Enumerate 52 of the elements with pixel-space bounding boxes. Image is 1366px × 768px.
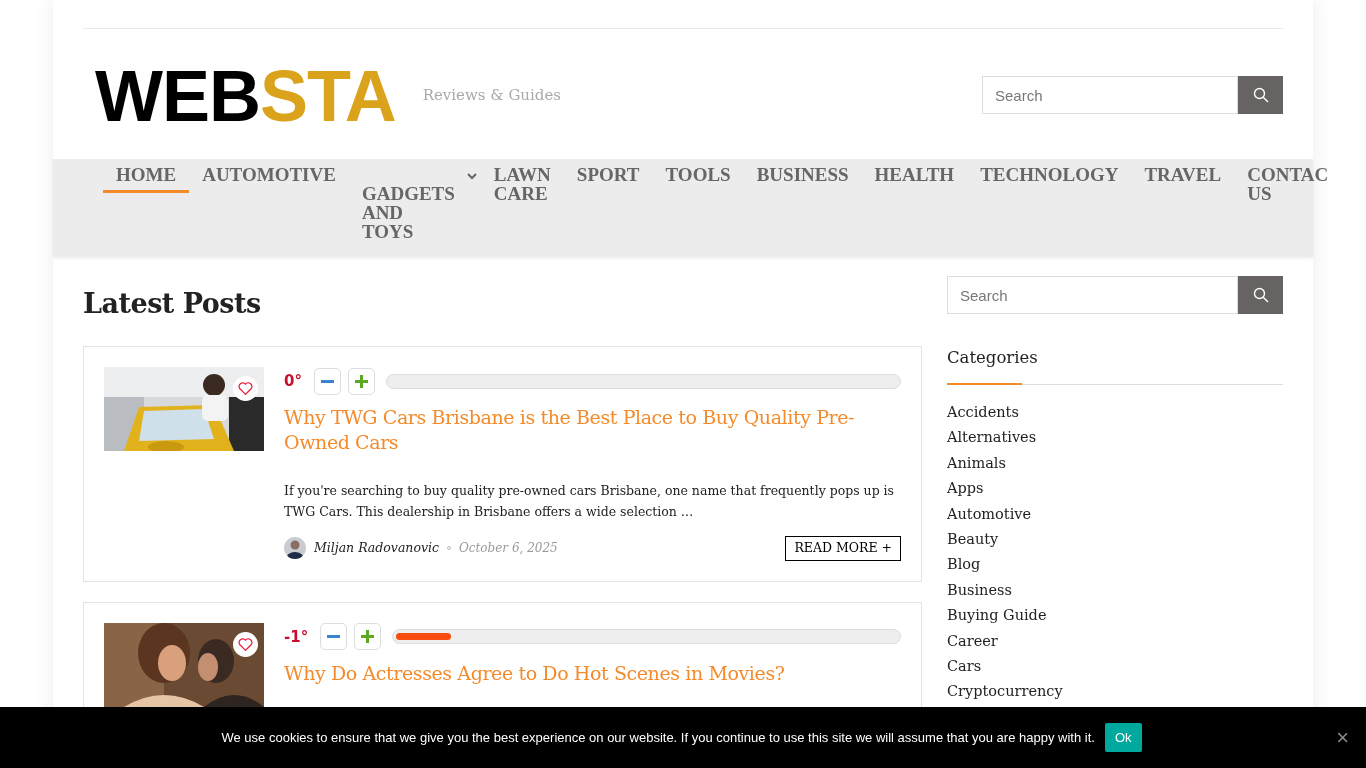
post-excerpt: If you're searching to buy quality pre-owned cars Brisbane, one name that frequently pops up is TWG Cars. This dealership in Brisbane offers a wide selection …	[284, 482, 896, 521]
plus-icon	[361, 630, 375, 644]
minus-icon	[327, 635, 341, 639]
cookie-notice: We use cookies to ensure that we give you the best experience on our website. If you continue to use this site we will assume that you are happy with it.	[221, 728, 1095, 747]
category-link[interactable]: Accidents	[947, 400, 1019, 426]
nav-link[interactable]: HEALTH	[861, 163, 968, 193]
author-link[interactable]: Miljan Radovanovic	[314, 539, 439, 558]
category-link[interactable]: Automotive	[947, 501, 1032, 527]
category-link[interactable]: Alternatives	[947, 425, 1037, 451]
nav-link[interactable]: HOME	[103, 163, 190, 193]
downvote-button[interactable]	[320, 623, 348, 651]
category-link[interactable]: Buying Guide	[947, 603, 1047, 629]
nav-link[interactable]: SPORT	[563, 163, 653, 193]
search-button[interactable]	[1238, 76, 1283, 114]
heart-icon	[238, 382, 253, 395]
close-button[interactable]: ×	[1336, 726, 1349, 749]
heart-icon	[238, 637, 253, 651]
logo[interactable]: WEBSTA	[95, 54, 396, 138]
nav-link[interactable]: TECHNOLOGY	[967, 163, 1132, 193]
nav-link[interactable]: TRAVEL	[1131, 163, 1235, 193]
widget-title: Categories	[947, 347, 1039, 369]
vote-score: 0°	[284, 370, 302, 392]
nav-link[interactable]: TOOLS	[652, 163, 744, 193]
category-link[interactable]: Cars	[947, 653, 982, 680]
category-link[interactable]: Business	[947, 577, 1012, 604]
search-icon	[1252, 87, 1269, 103]
search-button[interactable]	[1238, 276, 1283, 314]
search-field[interactable]: Search	[947, 276, 1238, 314]
nav-link[interactable]: CONTAC US	[1234, 163, 1342, 212]
category-link[interactable]: Cryptocurrency	[947, 679, 1063, 705]
nav-link[interactable]: GADGETS AND TOYS	[348, 163, 481, 250]
read-more-button[interactable]: READ MORE +	[785, 536, 901, 561]
category-link[interactable]: Animals	[947, 450, 1006, 477]
upvote-button[interactable]	[354, 623, 382, 651]
post-date: October 6, 2025	[459, 540, 558, 558]
category-link[interactable]: Career	[947, 628, 998, 654]
category-link[interactable]: Beauty	[947, 526, 999, 553]
page-heading: Latest Posts	[83, 287, 262, 321]
tagline: Reviews & Guides	[422, 84, 561, 106]
avatar-icon	[284, 537, 306, 560]
search-field[interactable]: Search	[982, 76, 1238, 114]
plus-icon	[354, 374, 368, 388]
search-icon	[1252, 287, 1269, 303]
minus-icon	[320, 379, 334, 383]
upvote-button[interactable]	[347, 367, 375, 395]
nav-link[interactable]: BUSINESS	[743, 163, 862, 193]
vote-score: -1°	[284, 626, 309, 648]
category-link[interactable]: Apps	[947, 476, 984, 502]
nav-link[interactable]: AUTOMOTIVE	[189, 163, 349, 193]
nav-link[interactable]: LAWN CARE	[480, 163, 564, 212]
category-link[interactable]: Blog	[947, 552, 981, 578]
downvote-button[interactable]	[313, 367, 341, 395]
